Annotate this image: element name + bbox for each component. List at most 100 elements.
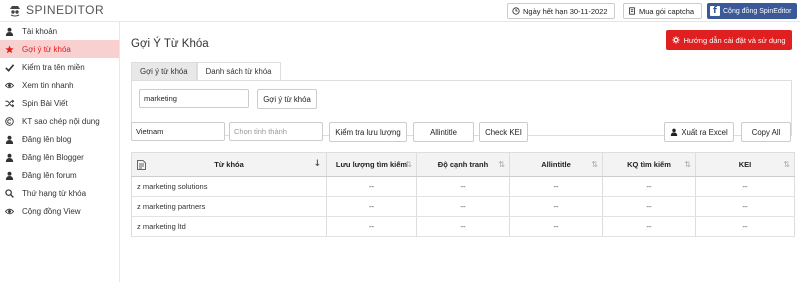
sort-icon: ⇅ bbox=[684, 160, 691, 169]
sidebar-item-keyword-rank[interactable]: Thứ hạng từ khóa bbox=[0, 184, 119, 202]
tab-bar: Gợi ý từ khóa Danh sách từ khóa bbox=[131, 62, 281, 80]
guide-label: Hướng dẫn cài đặt và sử dụng bbox=[683, 35, 786, 45]
keyword-cell: z marketing solutions bbox=[131, 177, 327, 196]
install-guide-button[interactable]: Hướng dẫn cài đặt và sử dụng bbox=[666, 30, 792, 50]
sidebar-item-post-blogger[interactable]: Đăng lên Blogger bbox=[0, 148, 119, 166]
sidebar-item-label: Gợi ý từ khóa bbox=[22, 44, 71, 54]
check-icon bbox=[5, 63, 14, 72]
kei-cell: -- bbox=[696, 197, 795, 216]
receipt-icon bbox=[629, 7, 635, 15]
page-title: Gợi Ý Từ Khóa bbox=[131, 38, 209, 50]
volume-cell: -- bbox=[327, 217, 417, 236]
table-row[interactable]: z marketing ltd -- -- -- -- -- bbox=[131, 217, 795, 237]
sidebar-item-label: Đăng lên forum bbox=[22, 170, 77, 180]
user-icon bbox=[5, 171, 14, 180]
province-select[interactable] bbox=[229, 122, 323, 141]
sort-icon: ⇅ bbox=[405, 160, 412, 169]
search-icon bbox=[5, 188, 14, 198]
check-traffic-button[interactable]: Kiểm tra lưu lượng bbox=[329, 122, 407, 142]
competition-cell: -- bbox=[417, 217, 510, 236]
allintitle-cell: -- bbox=[510, 217, 603, 236]
user-icon bbox=[671, 128, 678, 136]
table-row[interactable]: z marketing partners -- -- -- -- -- bbox=[131, 197, 795, 217]
eye-icon bbox=[5, 207, 14, 216]
export-excel-button[interactable]: Xuất ra Excel bbox=[664, 122, 734, 142]
results-cell: -- bbox=[603, 217, 696, 236]
shuffle-icon bbox=[5, 99, 14, 108]
competition-cell: -- bbox=[417, 177, 510, 196]
header-label: KEI bbox=[738, 160, 752, 169]
sidebar-item-post-blog[interactable]: Đăng lên blog bbox=[0, 130, 119, 148]
arrow-down-icon: ↓ bbox=[313, 159, 321, 169]
results-cell: -- bbox=[603, 197, 696, 216]
header-label: Allintitle bbox=[541, 160, 571, 169]
export-label: Xuất ra Excel bbox=[681, 127, 728, 137]
sidebar-item-domain-check[interactable]: Kiểm tra tên miền bbox=[0, 58, 119, 76]
kei-cell: -- bbox=[696, 177, 795, 196]
community-label: Cộng đồng SpinEditor bbox=[723, 7, 792, 15]
keyword-cell: z marketing ltd bbox=[131, 217, 327, 236]
header-allintitle[interactable]: Allintitle ⇅ bbox=[510, 153, 603, 176]
allintitle-button[interactable]: Allintitle bbox=[413, 122, 474, 142]
clock-icon bbox=[512, 7, 520, 15]
results-cell: -- bbox=[603, 177, 696, 196]
top-bar: SPINEDITOR Ngày hết hạn 30-11-2022 Mua g… bbox=[0, 0, 800, 22]
check-kei-button[interactable]: Check KEI bbox=[479, 122, 528, 142]
sidebar: Tài khoản Gợi ý từ khóa Kiểm tra tên miề… bbox=[0, 22, 120, 282]
sort-icon: ⇅ bbox=[783, 160, 790, 169]
sidebar-item-label: KT sao chép nội dung bbox=[22, 116, 100, 126]
allintitle-cell: -- bbox=[510, 197, 603, 216]
sidebar-item-quick-news[interactable]: Xem tin nhanh bbox=[0, 76, 119, 94]
volume-cell: -- bbox=[327, 177, 417, 196]
main-content: Gợi Ý Từ Khóa Hướng dẫn cài đặt và sử dụ… bbox=[121, 22, 800, 282]
keyword-input[interactable] bbox=[139, 89, 249, 108]
sidebar-item-label: Đăng lên blog bbox=[22, 134, 72, 144]
header-kei[interactable]: KEI ⇅ bbox=[696, 153, 795, 176]
sidebar-item-keyword-suggest[interactable]: Gợi ý từ khóa bbox=[0, 40, 119, 58]
sidebar-item-label: Đăng lên Blogger bbox=[22, 152, 84, 162]
copy-all-button[interactable]: Copy All bbox=[741, 122, 791, 142]
gear-icon bbox=[672, 36, 681, 44]
header-search-results[interactable]: KQ tìm kiếm ⇅ bbox=[603, 153, 696, 176]
spy-logo-icon bbox=[10, 6, 20, 17]
country-input[interactable] bbox=[131, 122, 225, 141]
kei-cell: -- bbox=[696, 217, 795, 236]
keyword-cell: z marketing partners bbox=[131, 197, 327, 216]
tab-keyword-list[interactable]: Danh sách từ khóa bbox=[196, 62, 281, 80]
sidebar-item-account[interactable]: Tài khoản bbox=[0, 22, 119, 40]
suggest-keyword-button[interactable]: Gợi ý từ khóa bbox=[257, 89, 317, 109]
expiry-date-button[interactable]: Ngày hết hạn 30-11-2022 bbox=[507, 3, 615, 19]
facebook-icon: f bbox=[710, 6, 720, 16]
user-icon bbox=[5, 27, 14, 36]
header-keyword[interactable]: Từ khóa ↓ bbox=[131, 153, 327, 176]
header-competition[interactable]: Độ cạnh tranh ⇅ bbox=[417, 153, 510, 176]
community-facebook-button[interactable]: f Cộng đồng SpinEditor bbox=[707, 3, 797, 19]
buy-captcha-button[interactable]: Mua gói captcha bbox=[623, 3, 702, 19]
header-label: Độ cạnh tranh bbox=[437, 160, 489, 169]
sidebar-item-post-forum[interactable]: Đăng lên forum bbox=[0, 166, 119, 184]
sidebar-item-label: Tài khoản bbox=[22, 26, 58, 36]
sidebar-item-label: Thứ hạng từ khóa bbox=[22, 188, 87, 198]
sidebar-item-spin-article[interactable]: Spin Bài Viết bbox=[0, 94, 119, 112]
eye-icon bbox=[5, 81, 14, 90]
header-label: Lưu lượng tìm kiếm bbox=[335, 160, 408, 169]
table-row[interactable]: z marketing solutions -- -- -- -- -- bbox=[131, 177, 795, 197]
sidebar-item-label: Spin Bài Viết bbox=[22, 98, 68, 108]
volume-cell: -- bbox=[327, 197, 417, 216]
header-label: Từ khóa bbox=[214, 160, 244, 169]
header-search-volume[interactable]: Lưu lượng tìm kiếm ⇅ bbox=[327, 153, 417, 176]
copyright-icon bbox=[5, 116, 14, 126]
sidebar-item-label: Xem tin nhanh bbox=[22, 80, 74, 90]
star-icon bbox=[5, 44, 14, 54]
logo[interactable]: SPINEDITOR bbox=[8, 3, 104, 17]
header-label: KQ tìm kiếm bbox=[627, 160, 671, 169]
keyword-table: Từ khóa ↓ Lưu lượng tìm kiếm ⇅ Độ cạnh t… bbox=[131, 152, 795, 237]
sidebar-item-label: Kiểm tra tên miền bbox=[22, 62, 85, 72]
allintitle-cell: -- bbox=[510, 177, 603, 196]
tab-keyword-suggest[interactable]: Gợi ý từ khóa bbox=[131, 62, 197, 80]
sidebar-item-community-view[interactable]: Cộng đồng View bbox=[0, 202, 119, 220]
document-icon bbox=[137, 160, 146, 170]
sidebar-item-copy-check[interactable]: KT sao chép nội dung bbox=[0, 112, 119, 130]
competition-cell: -- bbox=[417, 197, 510, 216]
logo-text: SPINEDITOR bbox=[26, 3, 105, 17]
